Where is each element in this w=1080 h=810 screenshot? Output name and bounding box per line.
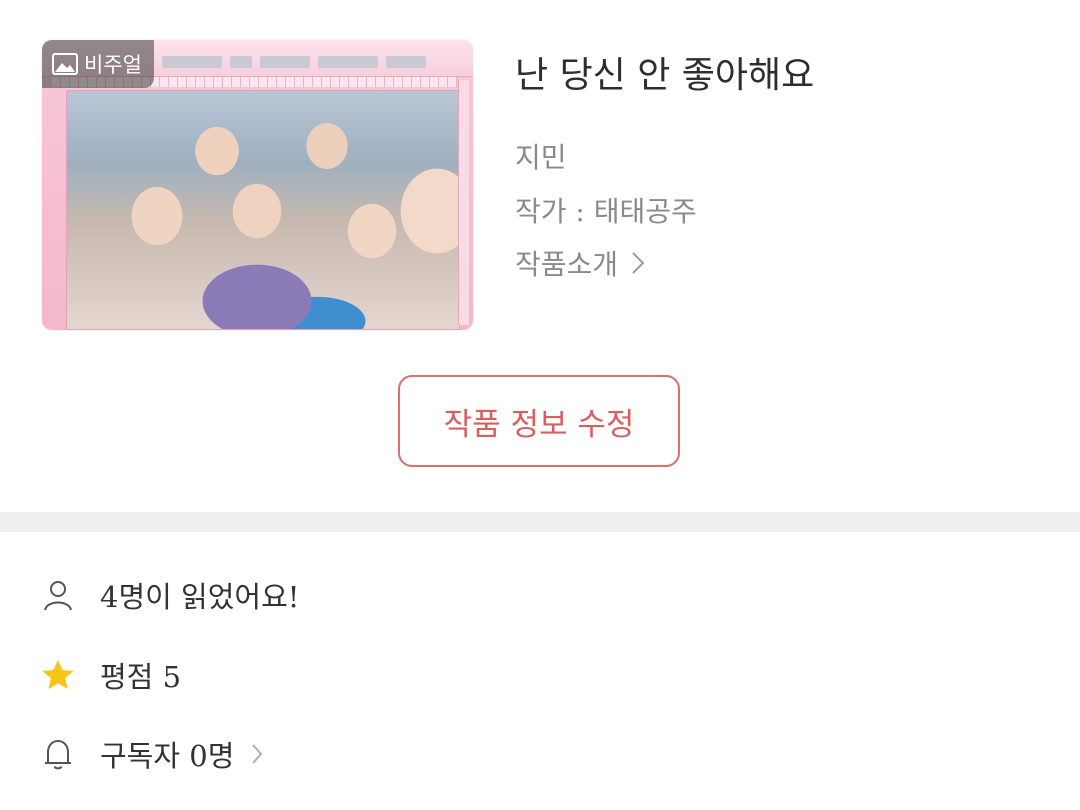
work-title: 난 당신 안 좋아해요 <box>515 55 815 96</box>
chevron-right-icon <box>632 252 645 274</box>
work-intro-link[interactable]: 작품소개 <box>515 243 646 283</box>
work-detail-page: 비주얼 난 당신 안 좋아해요 지민 작가 : 태태공주 작품소개 작품 정보 … <box>0 0 1080 810</box>
image-icon <box>52 53 78 75</box>
work-intro-label: 작품소개 <box>515 248 619 281</box>
work-genre: 지민 <box>515 141 567 174</box>
section-divider <box>0 512 1080 532</box>
cover-scrollbar-graphic <box>458 80 469 325</box>
bell-icon <box>45 740 71 770</box>
chevron-right-icon <box>252 744 263 764</box>
visual-badge-label: 비주얼 <box>84 53 142 77</box>
edit-work-info-button[interactable]: 작품 정보 수정 <box>398 375 680 467</box>
subscribers-text: 구독자 0명 <box>100 739 235 773</box>
person-icon <box>44 581 72 611</box>
work-author: 작가 : 태태공주 <box>515 195 697 228</box>
readers-count-row: 4명이 읽었어요! <box>40 574 299 616</box>
rating-row: 평점 5 <box>40 654 181 696</box>
cover-photo <box>66 90 460 330</box>
star-icon <box>42 660 74 689</box>
subscribers-row[interactable]: 구독자 0명 <box>40 733 264 775</box>
rating-text: 평점 5 <box>100 660 182 694</box>
readers-count-text: 4명이 읽었어요! <box>100 580 300 614</box>
visual-badge[interactable]: 비주얼 <box>42 40 154 88</box>
